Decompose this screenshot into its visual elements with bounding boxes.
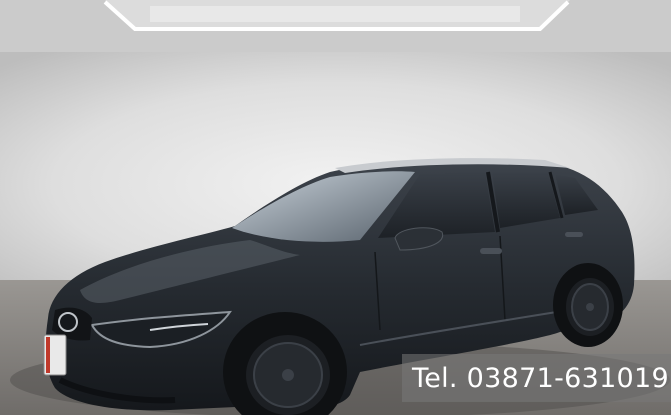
- brand-emblem: [58, 312, 78, 332]
- car-photo: Tel. 03871-631019: [0, 0, 671, 415]
- rear-side-window: [492, 172, 560, 228]
- phone-number-overlay: Tel. 03871-631019: [402, 354, 671, 402]
- studio-car-image: [0, 0, 671, 415]
- rear-wheel: [553, 263, 623, 347]
